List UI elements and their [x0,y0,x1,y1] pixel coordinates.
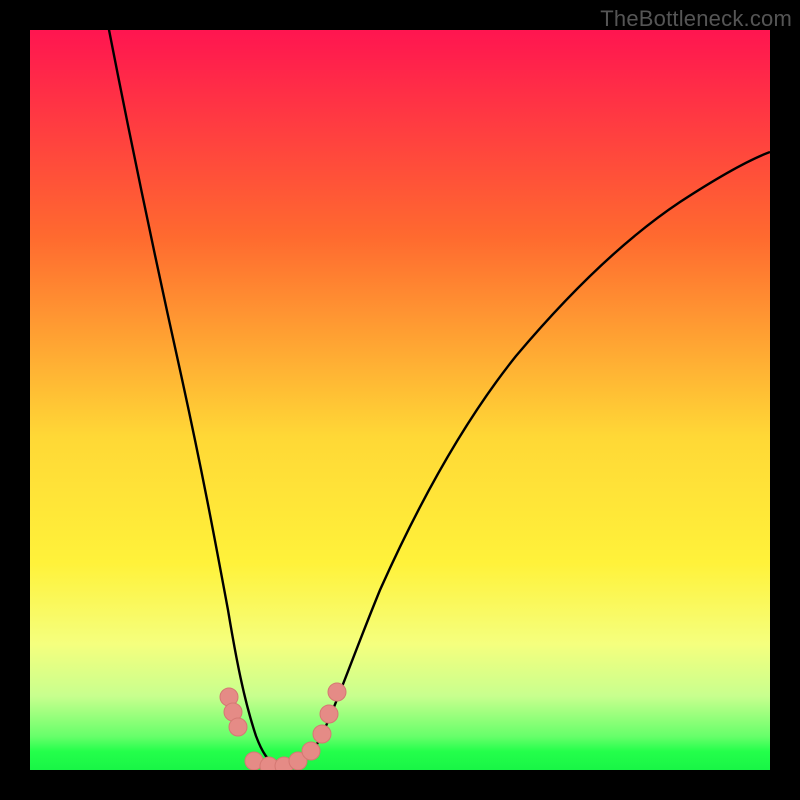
chart-svg [30,30,770,770]
curve-marker [320,705,338,723]
curve-marker [302,742,320,760]
curve-marker [229,718,247,736]
gradient-background [30,30,770,770]
chart-frame: TheBottleneck.com [0,0,800,800]
watermark-text: TheBottleneck.com [600,6,792,32]
plot-area [30,30,770,770]
curve-marker [313,725,331,743]
curve-marker [328,683,346,701]
